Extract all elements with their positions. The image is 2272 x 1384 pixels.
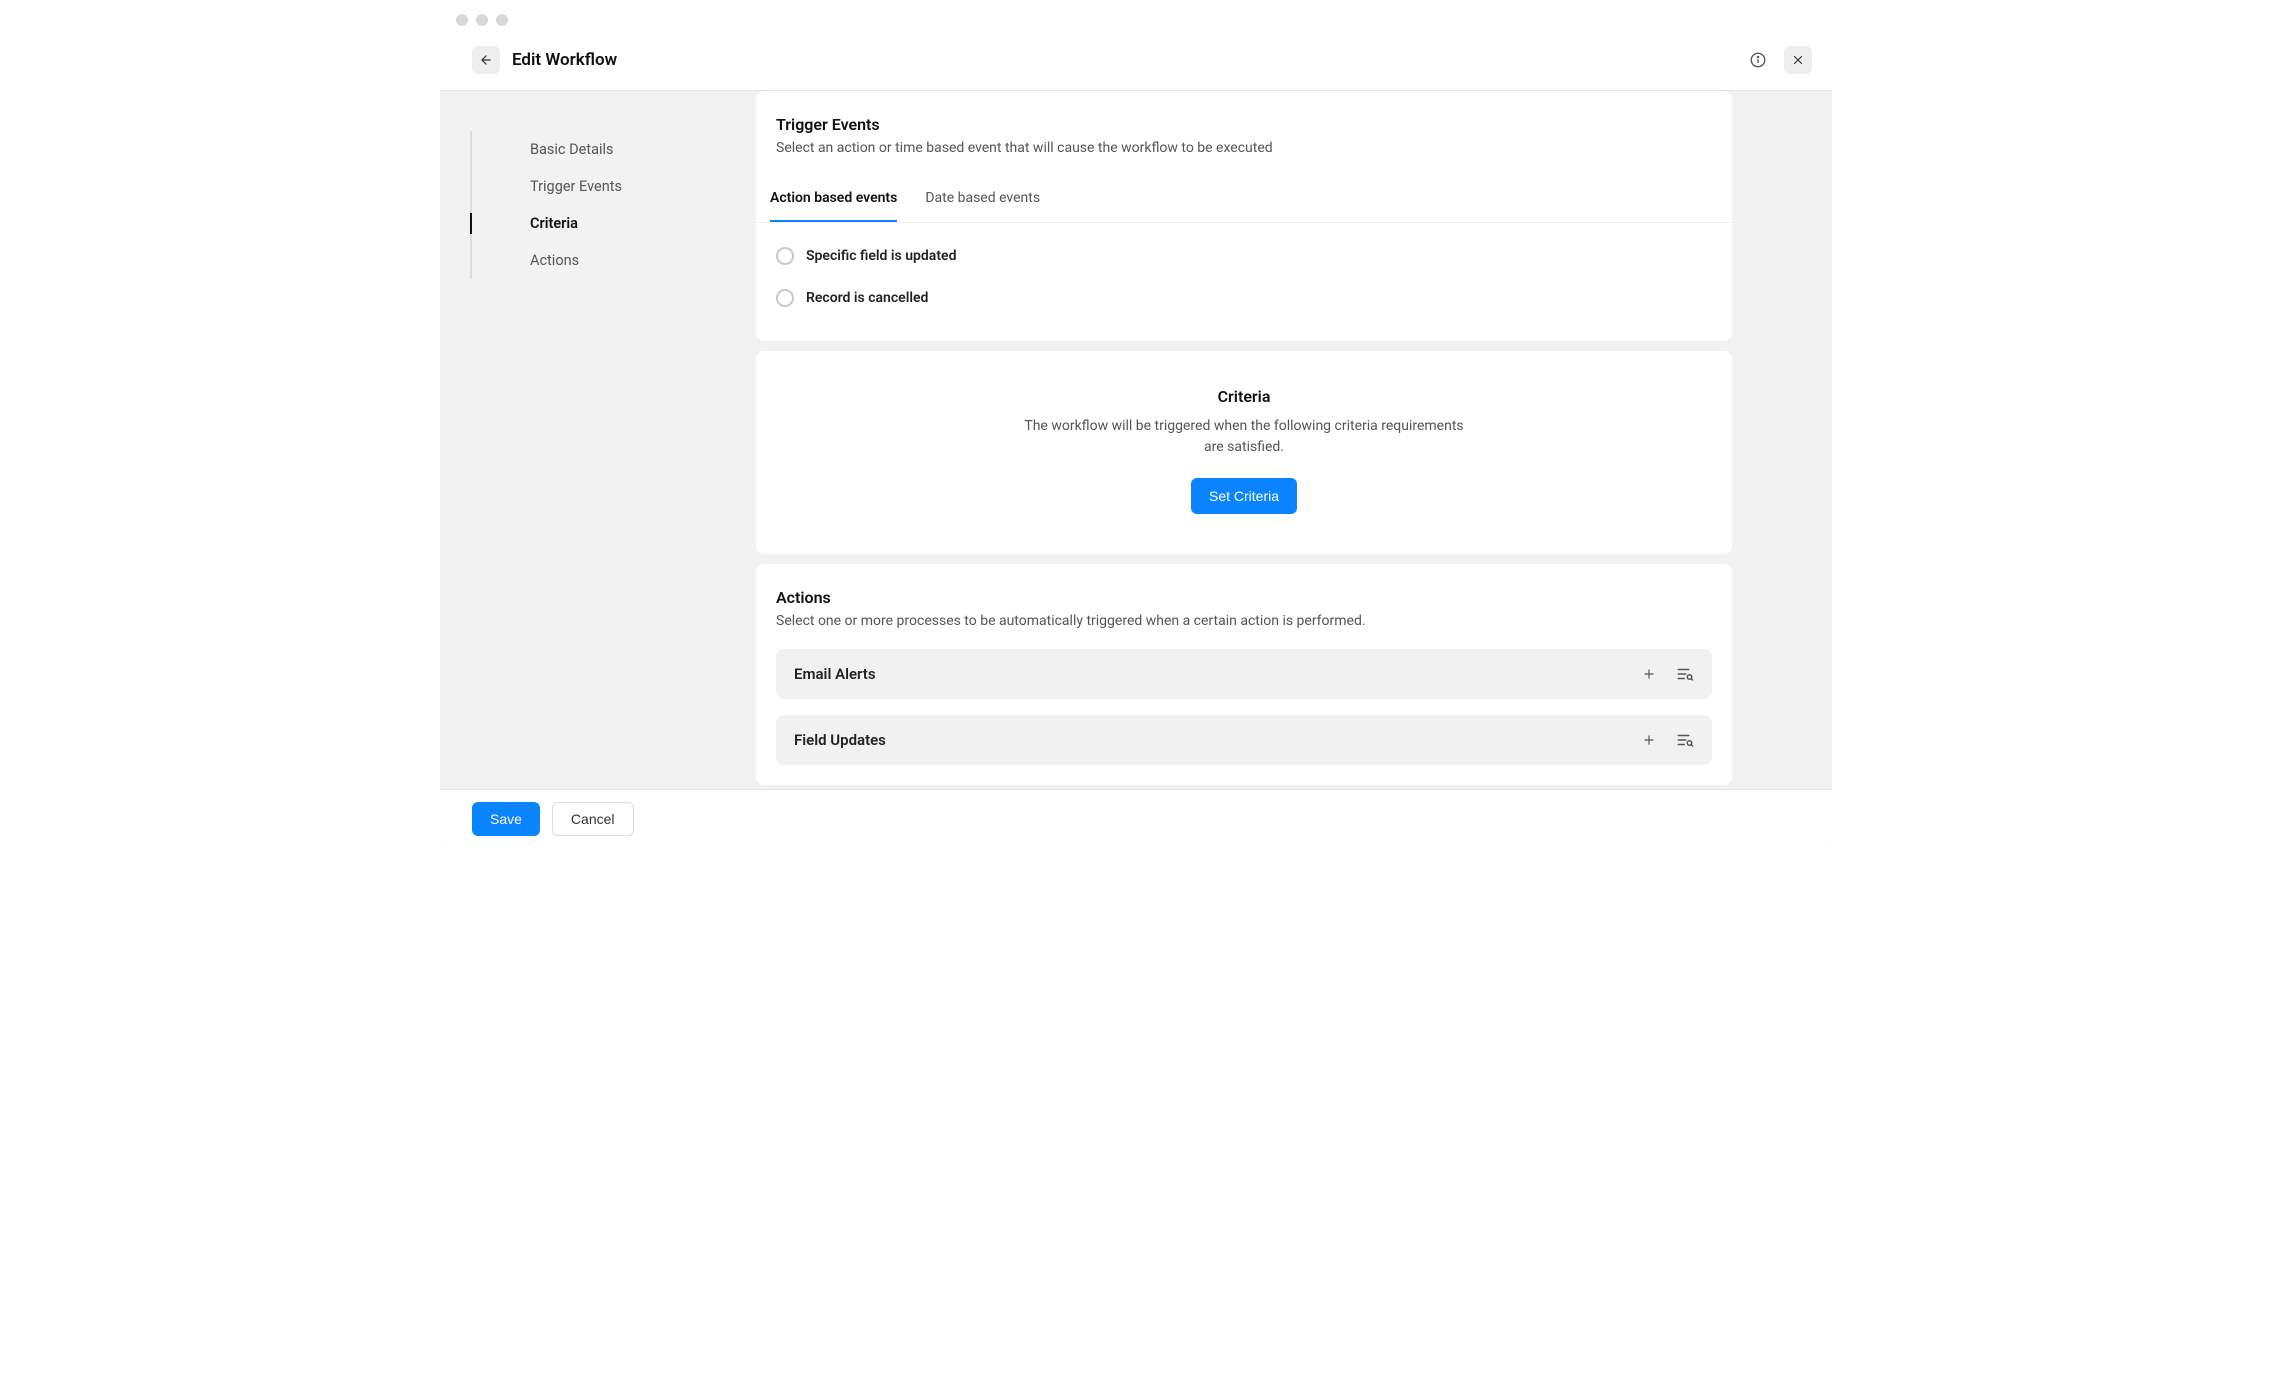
sidebar-item-trigger-events[interactable]: Trigger Events <box>470 168 740 205</box>
radio-option-record-cancelled[interactable]: Record is cancelled <box>776 277 1712 319</box>
sidebar-item-criteria[interactable]: Criteria <box>470 205 740 242</box>
trigger-events-subtitle: Select an action or time based event tha… <box>776 140 1712 156</box>
action-item-field-updates[interactable]: Field Updates <box>776 715 1712 765</box>
sidebar-item-label: Basic Details <box>530 141 614 158</box>
criteria-card: Criteria The workflow will be triggered … <box>756 351 1732 554</box>
footer-bar: Save Cancel <box>440 789 1832 848</box>
add-button[interactable] <box>1640 731 1658 749</box>
radio-icon <box>776 247 794 265</box>
sidebar-item-label: Actions <box>530 252 579 269</box>
sidebar: Basic Details Trigger Events Criteria Ac… <box>440 91 740 848</box>
list-search-icon <box>1676 665 1694 683</box>
back-button[interactable] <box>472 46 500 74</box>
tab-label: Date based events <box>925 190 1040 206</box>
radio-label: Record is cancelled <box>806 290 928 306</box>
sidebar-item-basic-details[interactable]: Basic Details <box>470 131 740 168</box>
mac-dot-close[interactable] <box>456 14 468 26</box>
radio-label: Specific field is updated <box>806 248 956 264</box>
tab-action-based[interactable]: Action based events <box>770 176 897 222</box>
list-filter-button[interactable] <box>1676 665 1694 683</box>
sidebar-item-label: Trigger Events <box>530 178 622 195</box>
close-button[interactable] <box>1784 46 1812 74</box>
close-icon <box>1791 53 1805 67</box>
action-item-label: Email Alerts <box>794 665 1640 683</box>
tab-date-based[interactable]: Date based events <box>925 176 1040 222</box>
actions-card: Actions Select one or more processes to … <box>756 564 1732 785</box>
sidebar-item-label: Criteria <box>530 215 578 232</box>
main-content: Trigger Events Select an action or time … <box>740 91 1832 848</box>
info-button[interactable] <box>1744 46 1772 74</box>
sidebar-item-actions[interactable]: Actions <box>470 242 740 279</box>
trigger-events-title: Trigger Events <box>776 115 1712 134</box>
action-item-email-alerts[interactable]: Email Alerts <box>776 649 1712 699</box>
page-header: Edit Workflow <box>440 36 1832 90</box>
mac-dot-maximize[interactable] <box>496 14 508 26</box>
mac-dot-minimize[interactable] <box>476 14 488 26</box>
trigger-events-card: Trigger Events Select an action or time … <box>756 91 1732 341</box>
set-criteria-button[interactable]: Set Criteria <box>1191 478 1297 514</box>
actions-subtitle: Select one or more processes to be autom… <box>776 613 1712 629</box>
criteria-title: Criteria <box>776 387 1712 406</box>
radio-option-specific-field[interactable]: Specific field is updated <box>776 235 1712 277</box>
action-item-label: Field Updates <box>794 731 1640 749</box>
page-title: Edit Workflow <box>512 50 617 70</box>
info-icon <box>1749 51 1767 69</box>
arrow-left-icon <box>479 53 493 67</box>
list-filter-button[interactable] <box>1676 731 1694 749</box>
cancel-button[interactable]: Cancel <box>552 802 634 836</box>
tab-label: Action based events <box>770 190 897 206</box>
window-controls <box>440 0 1832 36</box>
plus-icon <box>1642 733 1656 747</box>
save-button[interactable]: Save <box>472 802 540 836</box>
actions-title: Actions <box>776 588 1712 607</box>
trigger-tabs: Action based events Date based events <box>756 176 1732 223</box>
list-search-icon <box>1676 731 1694 749</box>
criteria-subtitle: The workflow will be triggered when the … <box>1014 416 1474 458</box>
add-button[interactable] <box>1640 665 1658 683</box>
radio-icon <box>776 289 794 307</box>
plus-icon <box>1642 667 1656 681</box>
